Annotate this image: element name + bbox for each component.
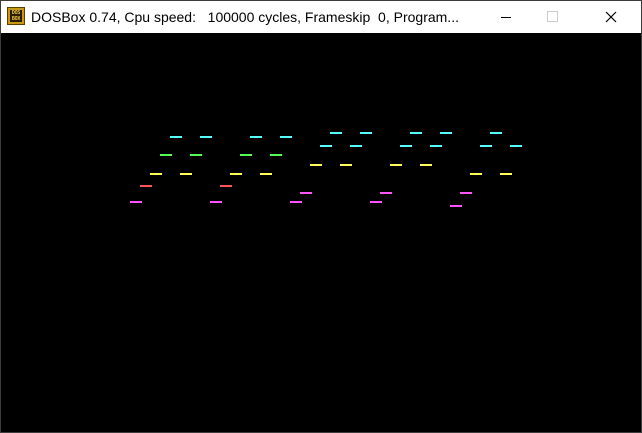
cyan-dash — [170, 136, 182, 138]
close-icon — [605, 11, 617, 23]
minimize-icon — [501, 17, 511, 18]
magenta-dash — [300, 192, 312, 194]
dosbox-icon-label: DOS BOX — [10, 10, 22, 22]
yellow-dash — [260, 173, 272, 175]
red-dash — [140, 185, 152, 187]
magenta-dash — [130, 201, 142, 203]
cyan-dash — [200, 136, 212, 138]
title-bar[interactable]: DOS BOX DOSBox 0.74, Cpu speed: 100000 c… — [1, 1, 641, 33]
cyan-dash — [480, 145, 492, 147]
yellow-dash — [180, 173, 192, 175]
magenta-dash — [210, 201, 222, 203]
green-dash — [270, 154, 282, 156]
maximize-button — [529, 1, 575, 33]
magenta-dash — [450, 205, 462, 207]
cyan-dash — [490, 132, 502, 134]
cyan-dash — [410, 132, 422, 134]
cyan-dash — [320, 145, 332, 147]
minimize-button[interactable] — [483, 1, 529, 33]
maximize-icon — [547, 11, 558, 22]
yellow-dash — [150, 173, 162, 175]
cyan-dash — [430, 145, 442, 147]
yellow-dash — [340, 164, 352, 166]
cyan-dash — [510, 145, 522, 147]
green-dash — [240, 154, 252, 156]
magenta-dash — [460, 192, 472, 194]
cyan-dash — [350, 145, 362, 147]
dos-screen[interactable] — [1, 33, 641, 432]
cyan-dash — [360, 132, 372, 134]
magenta-dash — [290, 201, 302, 203]
magenta-dash — [370, 201, 382, 203]
cyan-dash — [400, 145, 412, 147]
red-dash — [220, 185, 232, 187]
magenta-dash — [380, 192, 392, 194]
yellow-dash — [310, 164, 322, 166]
dosbox-icon[interactable]: DOS BOX — [7, 7, 25, 25]
close-button[interactable] — [585, 1, 641, 33]
dosbox-window: DOS BOX DOSBox 0.74, Cpu speed: 100000 c… — [0, 0, 642, 433]
cyan-dash — [280, 136, 292, 138]
cyan-dash — [440, 132, 452, 134]
green-dash — [160, 154, 172, 156]
yellow-dash — [470, 173, 482, 175]
yellow-dash — [230, 173, 242, 175]
cyan-dash — [250, 136, 262, 138]
yellow-dash — [390, 164, 402, 166]
green-dash — [190, 154, 202, 156]
window-title: DOSBox 0.74, Cpu speed: 100000 cycles, F… — [31, 9, 459, 25]
cyan-dash — [330, 132, 342, 134]
yellow-dash — [420, 164, 432, 166]
yellow-dash — [500, 173, 512, 175]
